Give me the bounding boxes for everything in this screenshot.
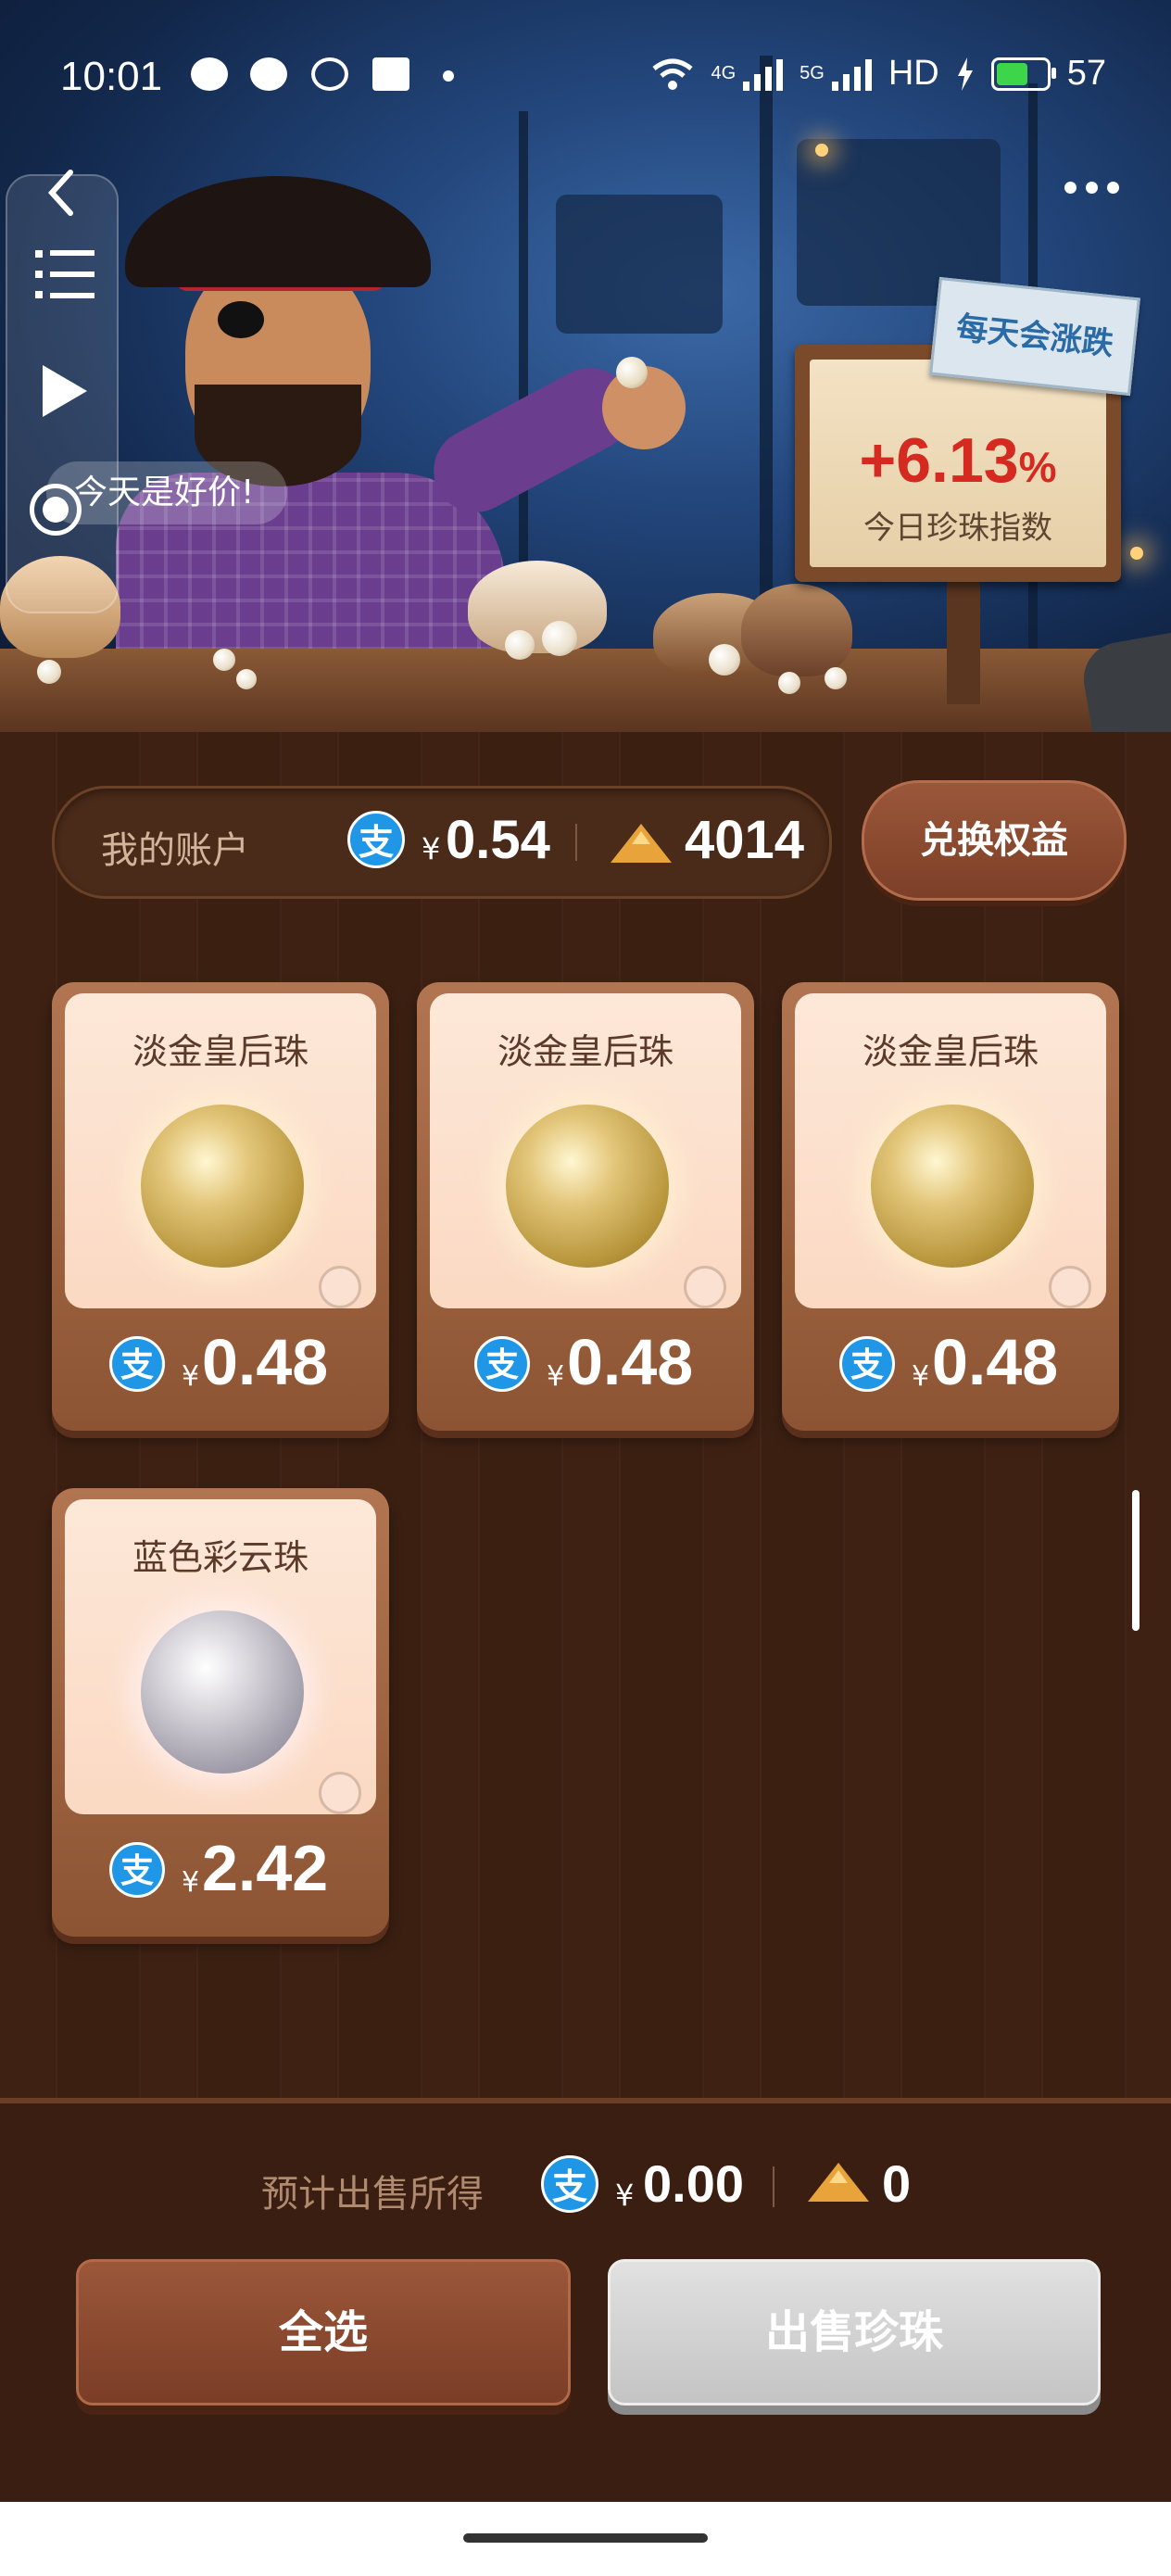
lantern-glow (1130, 547, 1143, 560)
pearl-price: 0.48 (202, 1326, 329, 1398)
network-4g-label: 4G (711, 63, 737, 83)
silver-pearl-image (141, 1610, 304, 1774)
record-toggle[interactable] (30, 484, 82, 536)
divider (575, 824, 577, 861)
battery-level: 57 (1066, 54, 1106, 93)
chat-notification-icon (250, 57, 287, 91)
menu-list-icon[interactable] (35, 246, 94, 302)
good-price-hint: 今天是好价! (46, 461, 288, 524)
more-notifications-dot (443, 70, 454, 82)
alipay-icon: 支 (347, 811, 405, 868)
network-5g-label: 5G (800, 63, 825, 83)
pearl-index-label: 今日珍珠指数 (863, 510, 1052, 547)
pearl-name: 淡金皇后珠 (497, 1031, 674, 1072)
home-indicator[interactable] (463, 2533, 708, 2543)
message-notification-icon (191, 57, 228, 91)
yen-symbol: ¥ (182, 1360, 200, 1393)
account-label: 我的账户 (101, 829, 249, 872)
status-time: 10:01 (60, 54, 163, 99)
play-icon[interactable] (39, 361, 91, 421)
estimate-points: 0 (882, 2154, 912, 2213)
account-points: 4014 (685, 810, 805, 870)
pearl-card[interactable]: 蓝色彩云珠 支 ¥ 2.42 (52, 1488, 389, 1937)
gold-pearl-image (141, 1105, 304, 1268)
select-checkbox[interactable] (319, 1772, 361, 1814)
alipay-icon: 支 (109, 1842, 165, 1898)
pearl-index-value: +6.13% (859, 425, 1057, 496)
estimate-amount: 0.00 (643, 2154, 744, 2213)
pearl-name: 蓝色彩云珠 (132, 1537, 308, 1578)
pearl-bead (825, 667, 847, 689)
pearl-bead (542, 621, 577, 656)
floating-control-panel (6, 170, 119, 613)
oyster-shell (741, 584, 852, 676)
yen-symbol: ¥ (615, 2178, 635, 2213)
oyster-shell (468, 561, 607, 653)
pearl-price: 0.48 (932, 1326, 1059, 1398)
estimate-label: 预计出售所得 (261, 2173, 484, 2216)
gold-pearl-image (871, 1105, 1034, 1268)
pearl-bead (213, 649, 235, 671)
pearl-card[interactable]: 淡金皇后珠 支 ¥ 0.48 (782, 982, 1119, 1431)
signal-4g-icon (743, 57, 784, 91)
charging-icon (957, 57, 973, 91)
back-icon[interactable] (43, 165, 80, 221)
pearl-bead (236, 669, 257, 689)
battery-icon (990, 57, 1056, 91)
system-nav-bar (0, 2502, 1171, 2576)
wooden-counter (0, 649, 1171, 732)
alipay-icon: 支 (839, 1336, 895, 1392)
account-bar: 我的账户 支 ¥ 0.54 4014 (52, 786, 832, 899)
pearl-name: 淡金皇后珠 (132, 1031, 308, 1072)
select-checkbox[interactable] (319, 1266, 361, 1308)
cloth-drape (1077, 631, 1171, 732)
signal-5g-icon (831, 57, 872, 91)
account-balance: 0.54 (446, 810, 550, 870)
pearl-bead (37, 660, 61, 684)
pearl-price: 2.42 (202, 1832, 329, 1904)
call-notification-icon (311, 57, 348, 91)
yen-symbol: ¥ (547, 1360, 565, 1393)
yen-symbol: ¥ (182, 1866, 200, 1899)
status-bar: 10:01 4G 5G HD 57 (0, 0, 1171, 158)
more-options-icon[interactable] (1064, 182, 1119, 194)
points-pyramid-icon (808, 2163, 869, 2202)
hd-label: HD (888, 54, 939, 93)
yen-symbol: ¥ (912, 1360, 930, 1393)
divider (773, 2166, 774, 2207)
sign-post (947, 575, 980, 704)
pearl-bead (778, 672, 800, 694)
pearl-name: 淡金皇后珠 (862, 1031, 1039, 1072)
points-pyramid-icon (611, 824, 672, 863)
pearl-price: 0.48 (567, 1326, 694, 1398)
daily-change-tag: 每天会涨跌 (929, 276, 1140, 397)
pearl-bead (709, 644, 740, 676)
alipay-icon: 支 (109, 1336, 165, 1392)
select-all-button[interactable]: 全选 (76, 2259, 571, 2406)
wifi-icon (652, 58, 694, 90)
sell-pearls-button[interactable]: 出售珍珠 (608, 2259, 1101, 2406)
select-checkbox[interactable] (684, 1266, 726, 1308)
exchange-benefits-button[interactable]: 兑换权益 (862, 780, 1127, 901)
yen-symbol: ¥ (422, 831, 441, 866)
alipay-icon: 支 (474, 1336, 530, 1392)
select-checkbox[interactable] (1049, 1266, 1091, 1308)
app-notification-icon (372, 57, 409, 91)
scrollbar-thumb[interactable] (1132, 1490, 1140, 1631)
pearl-bead (505, 630, 535, 660)
pearl-card[interactable]: 淡金皇后珠 支 ¥ 0.48 (52, 982, 389, 1431)
alipay-icon: 支 (541, 2155, 598, 2213)
pearl-card[interactable]: 淡金皇后珠 支 ¥ 0.48 (417, 982, 754, 1431)
gold-pearl-image (506, 1105, 669, 1268)
